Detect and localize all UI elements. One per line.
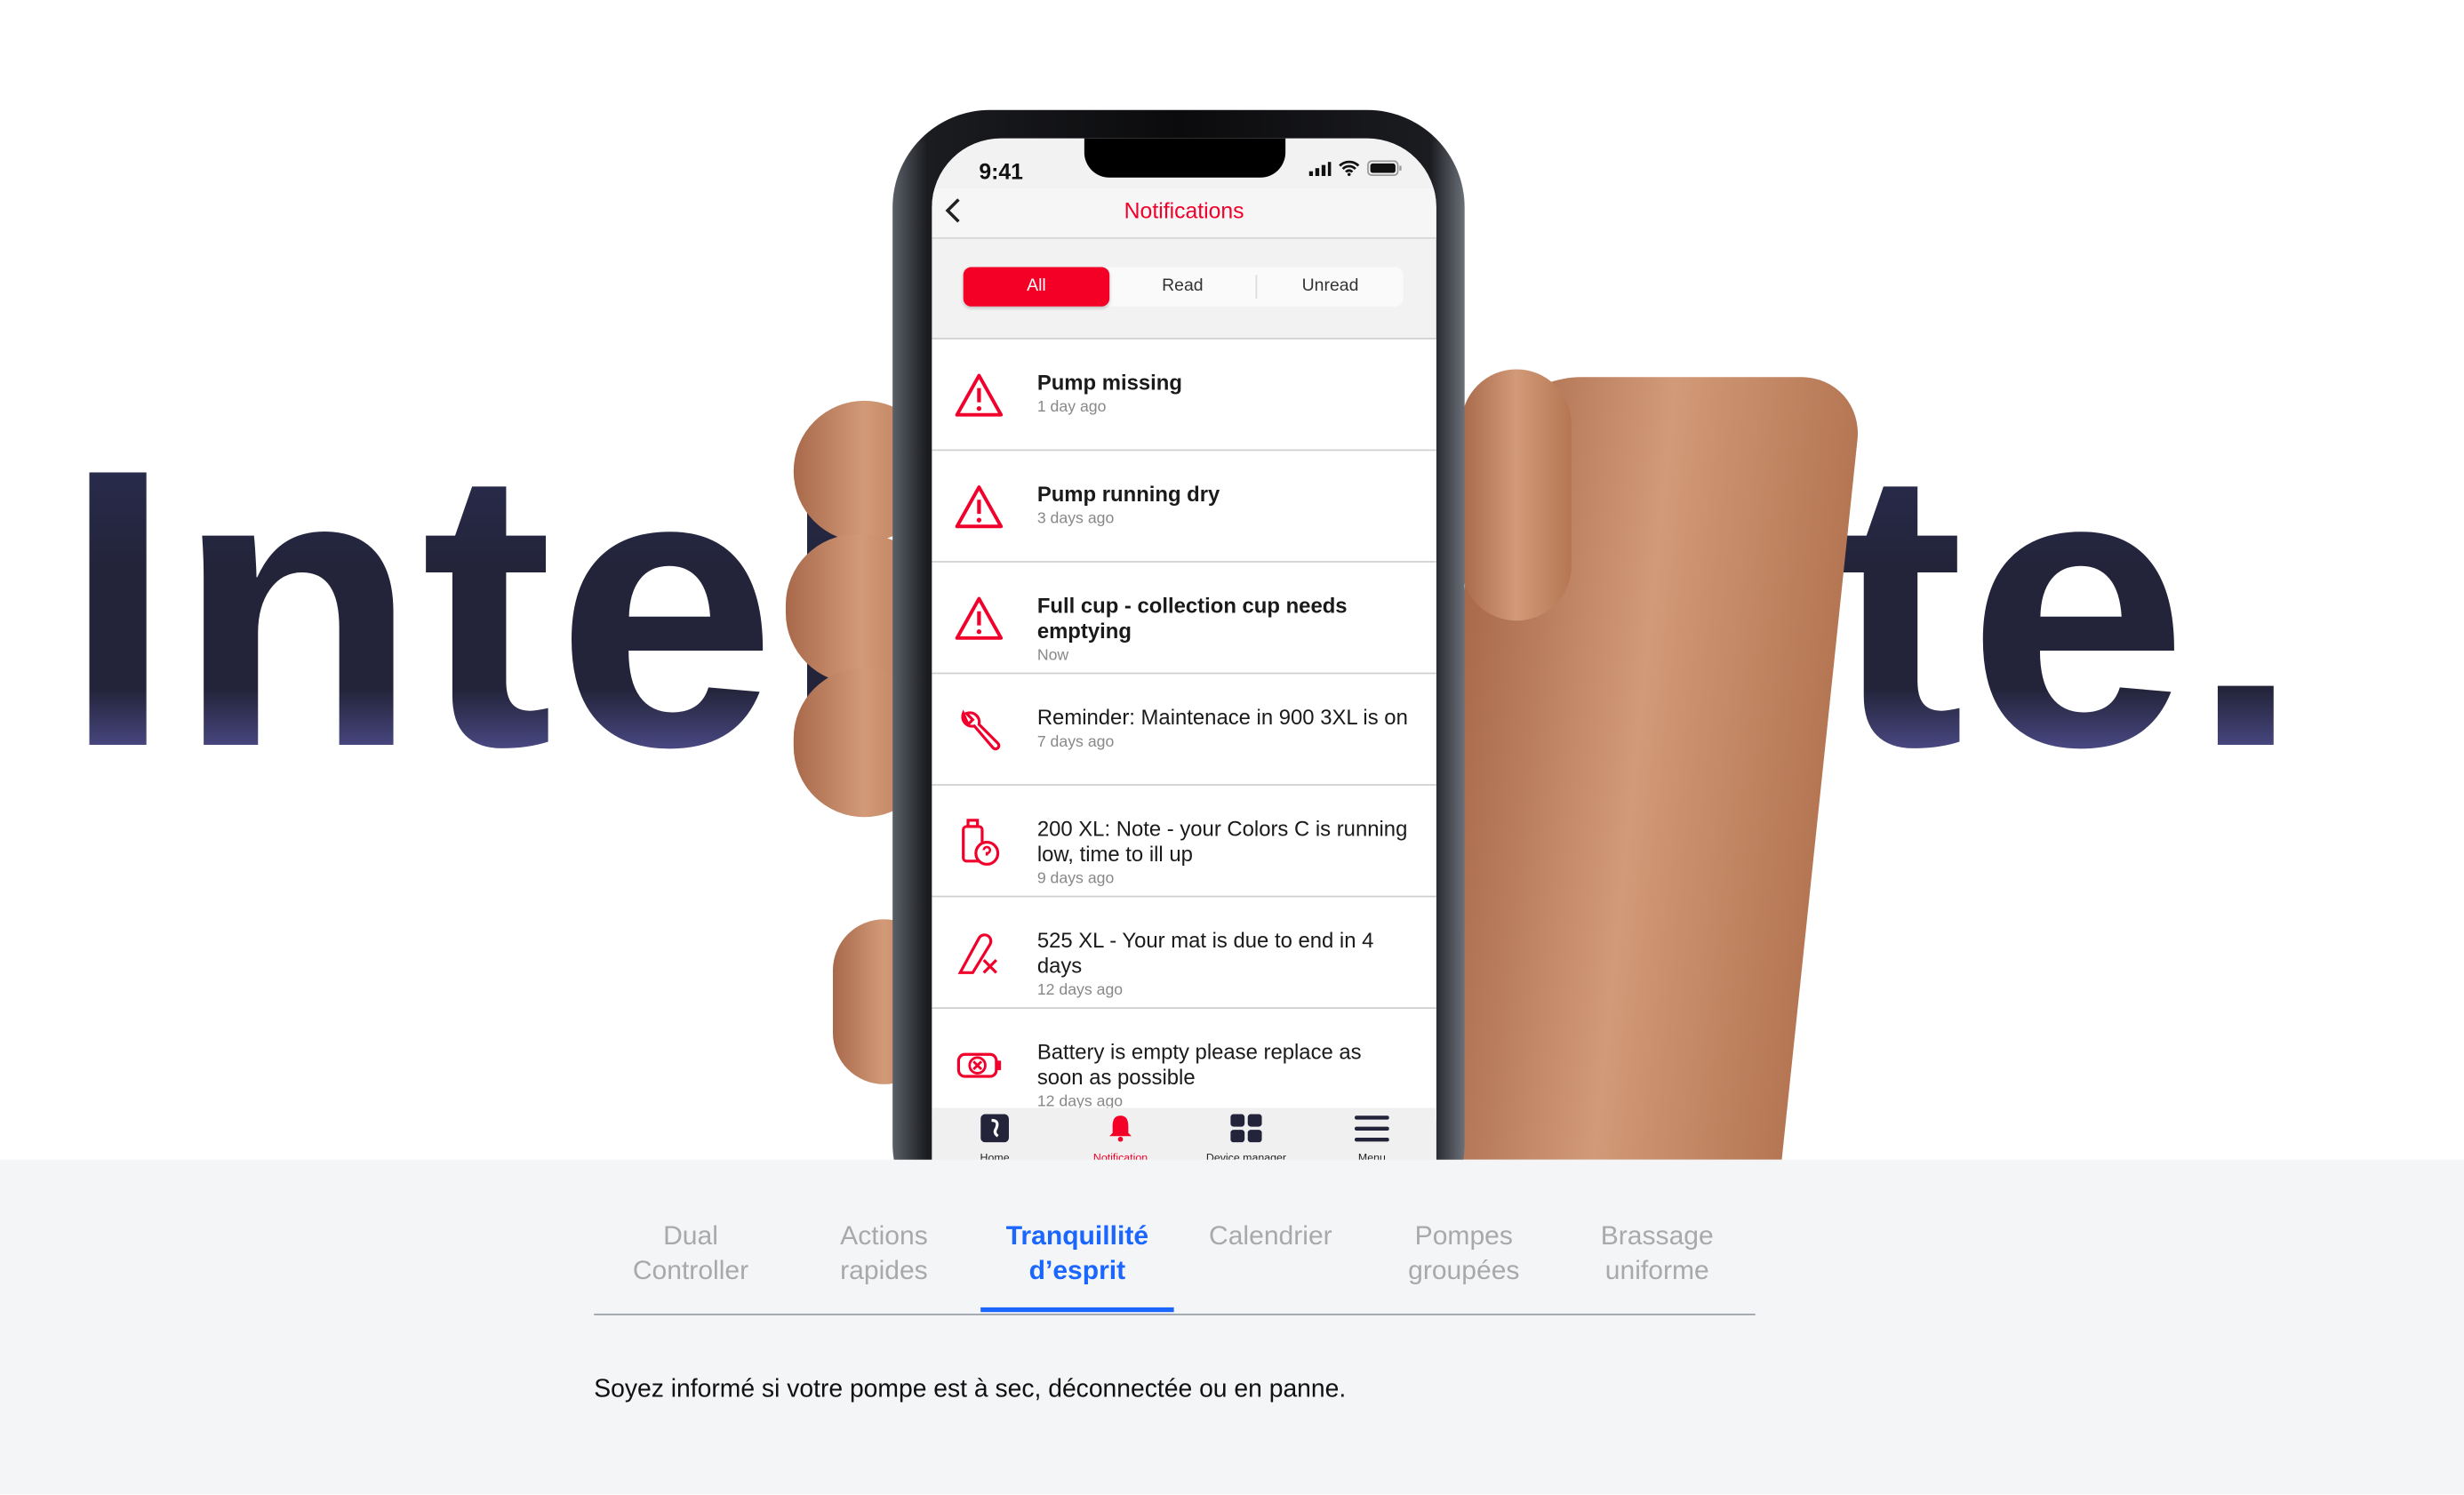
notification-item[interactable]: Reminder: Maintenace in 900 3XL is on 7 … [932,674,1436,786]
signal-icon [1308,161,1332,176]
notification-item[interactable]: Pump running dry 3 days ago [932,451,1436,563]
notification-title: Reminder: Maintenace in 900 3XL is on [1036,705,1408,730]
notification-time: 12 days ago [1036,981,1124,1000]
notification-text: Reminder: Maintenace in 900 3XL is on 7 … [1037,706,1408,751]
wifi-icon [1339,160,1360,177]
tab-device-manager[interactable]: Device manager [1183,1114,1308,1164]
notification-title: Pump running dry [1036,482,1220,507]
notification-list: Pump missing 1 day ago Pump running dry … [932,338,1436,1121]
feature-tab[interactable]: Actions rapides [788,1219,980,1289]
hamburger-icon [1354,1115,1389,1142]
page: Intelligente. 9:41 Notifications All Rea… [0,0,2464,1495]
grid-icon [1230,1114,1262,1143]
screen-title: Notifications [1124,197,1244,224]
feature-panel [0,1159,2464,1495]
notification-item[interactable]: 525 XL - Your mat is due to end in 4 day… [932,897,1436,1009]
notification-text: Battery is empty please replace as soon … [1037,1040,1408,1111]
nav-header: Notifications [932,188,1436,239]
notification-text: Pump running dry 3 days ago [1037,483,1408,528]
roll-x-icon [957,933,997,974]
tab-home[interactable]: Home [932,1114,1057,1164]
bell-icon [1109,1115,1132,1142]
notification-time: 1 day ago [1036,399,1107,417]
tab-notification[interactable]: Notification [1058,1114,1183,1164]
feature-tab[interactable]: Tranquillité d’esprit [980,1219,1174,1313]
feature-tab[interactable]: Calendrier [1174,1219,1367,1254]
phone-mockup: 9:41 Notifications All Read Unread Pump … [892,109,1465,1242]
notification-title: Battery is empty please replace as soon … [1036,1040,1362,1090]
feature-tab[interactable]: Brassage uniforme [1561,1219,1754,1289]
notification-time: 7 days ago [1036,733,1115,752]
battery-x-icon [956,1052,1002,1078]
notification-item[interactable]: Full cup - collection cup needs emptying… [932,562,1436,675]
notification-time: 9 days ago [1036,870,1115,888]
bottle-question-icon [962,819,1000,866]
notification-filter: All Read Unread [963,267,1404,307]
notification-text: 525 XL - Your mat is due to end in 4 day… [1037,929,1408,1000]
feature-tabs: Dual Controller Actions rapides Tranquilli… [594,1219,1756,1315]
wrench-icon [961,709,1001,751]
filter-read[interactable]: Read [1109,268,1255,307]
notch [1084,138,1286,178]
battery-icon [1367,160,1402,177]
feature-tab[interactable]: Dual Controller [594,1219,787,1289]
notification-title: 200 XL: Note - your Colors C is running … [1036,817,1408,867]
notification-title: Full cup - collection cup needs emptying [1036,594,1348,644]
phone-screen: 9:41 Notifications All Read Unread Pump … [932,138,1436,1239]
status-time: 9:41 [979,158,1023,184]
notification-item[interactable]: Pump missing 1 day ago [932,339,1436,452]
notification-text: Full cup - collection cup needs emptying… [1037,594,1408,665]
notification-title: Pump missing [1036,371,1182,395]
warning-icon [955,596,1004,640]
warning-icon [955,373,1004,417]
home-logo-icon [980,1114,1009,1143]
tab-menu[interactable]: Menu [1309,1114,1435,1164]
notification-item[interactable]: Battery is empty please replace as soon … [932,1008,1436,1121]
notification-time: 3 days ago [1036,510,1115,529]
notification-text: Pump missing 1 day ago [1037,371,1408,416]
notification-item[interactable]: 200 XL: Note - your Colors C is running … [932,785,1436,898]
notification-title: 525 XL - Your mat is due to end in 4 day… [1036,928,1374,978]
notification-time: Now [1036,647,1069,665]
status-icons [1308,160,1402,177]
filter-all[interactable]: All [963,267,1110,307]
feature-tab[interactable]: Pompes groupées [1367,1219,1560,1289]
warning-icon [955,485,1004,529]
feature-description: Soyez informé si votre pompe est à sec, … [594,1376,1347,1403]
filter-unread[interactable]: Unread [1257,268,1403,307]
notification-text: 200 XL: Note - your Colors C is running … [1037,817,1408,888]
